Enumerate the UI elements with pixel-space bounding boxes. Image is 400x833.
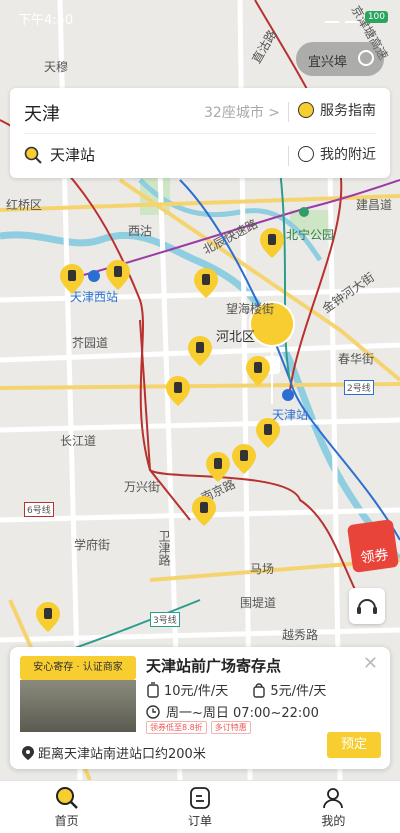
- service-guide-label: 服务指南: [320, 103, 376, 119]
- price-large: 10元/件/天: [164, 684, 229, 699]
- orders-icon: [190, 786, 210, 809]
- map-label: 红桥区: [6, 198, 43, 212]
- coupon-button[interactable]: 领券: [346, 519, 400, 573]
- distance-text: 距离天津站南进站口约200米: [38, 747, 206, 762]
- status-time: 下午4:50: [18, 13, 74, 28]
- map-label: 3号线: [150, 612, 180, 627]
- map-label: 2号线: [344, 380, 374, 395]
- battery-icon: 100: [364, 10, 388, 23]
- large-luggage-icon: [147, 681, 159, 698]
- locate-icon: [358, 50, 374, 66]
- map-label: 建昌道: [356, 198, 393, 212]
- map-label: 学府街: [74, 538, 111, 552]
- question-icon: [298, 102, 314, 118]
- signal-icon: [324, 10, 339, 23]
- map-label: 越秀路: [282, 628, 319, 642]
- target-icon: [298, 146, 314, 162]
- headset-icon: [357, 599, 377, 614]
- promo-tag: 多订特惠: [210, 721, 251, 734]
- status-bar: 下午4:50 100: [0, 0, 400, 34]
- map-label: 卫津路: [157, 530, 171, 566]
- clock-icon: [146, 704, 160, 719]
- tab-orders[interactable]: 订单: [133, 781, 266, 833]
- small-bag-icon: [253, 682, 266, 698]
- search-icon: [55, 786, 78, 809]
- tab-profile[interactable]: 我的: [267, 781, 400, 833]
- nearby-label: 我的附近: [320, 147, 376, 163]
- user-icon: [323, 787, 344, 808]
- storage-photo: [20, 680, 136, 732]
- map-label: 西沽: [128, 224, 153, 238]
- map-label: 马场: [250, 562, 275, 576]
- storage-pin[interactable]: [194, 268, 218, 298]
- search-value: 天津站: [50, 146, 96, 164]
- search-icon: [24, 146, 42, 164]
- map-label: 围堤道: [240, 596, 277, 610]
- book-button[interactable]: 预定: [327, 732, 381, 758]
- tab-label: 我的: [321, 813, 346, 828]
- map-label: 天穆: [44, 60, 69, 74]
- certified-badge: 安心寄存 · 认证商家: [20, 656, 136, 680]
- map-label: 北宁公园: [286, 228, 335, 242]
- distance-row: 距离天津站南进站口约200米: [22, 743, 206, 762]
- opening-hours: 周一~周日 07:00~22:00: [166, 706, 319, 721]
- storage-pin[interactable]: [60, 264, 84, 294]
- divider: [24, 133, 376, 134]
- location-pill[interactable]: 宜兴埠: [296, 42, 384, 76]
- price-small: 5元/件/天: [270, 684, 327, 699]
- hours-row: 周一~周日 07:00~22:00: [146, 702, 319, 721]
- close-icon[interactable]: ✕: [363, 653, 378, 674]
- status-icons: 100: [324, 10, 388, 23]
- map-label: 芥园道: [72, 336, 109, 350]
- storage-pin[interactable]: [206, 452, 230, 482]
- storage-pin[interactable]: [232, 444, 256, 474]
- storage-pin[interactable]: [106, 260, 130, 290]
- storage-pin[interactable]: [166, 376, 190, 406]
- search-card: 天津 32座城市 > 服务指南 天津站 我的附近: [10, 88, 390, 178]
- service-guide-button[interactable]: 服务指南: [298, 100, 376, 120]
- location-pin-icon: [22, 745, 34, 760]
- city-name[interactable]: 天津: [24, 100, 60, 126]
- customer-service-button[interactable]: [349, 588, 385, 624]
- promo-tags: 领券低至8.8折 多订特惠: [146, 721, 251, 734]
- map-label: 河北区: [216, 330, 256, 345]
- wifi-icon: [344, 10, 359, 23]
- tab-bar: 首页 订单 我的: [0, 780, 400, 833]
- nearby-button[interactable]: 我的附近: [298, 144, 376, 164]
- storage-pin[interactable]: [188, 336, 212, 366]
- divider: [288, 146, 289, 166]
- search-input[interactable]: 天津站: [24, 144, 95, 165]
- divider: [288, 102, 289, 122]
- map-label: 6号线: [24, 502, 54, 517]
- tab-label: 订单: [187, 813, 212, 828]
- promo-tag: 领券低至8.8折: [146, 721, 207, 734]
- map-label: 万兴街: [124, 480, 161, 494]
- storage-info-card[interactable]: 安心寄存 · 认证商家 天津站前广场寄存点 ✕ 10元/件/天 5元/件/天 周…: [10, 647, 390, 769]
- storage-pin[interactable]: [192, 496, 216, 526]
- storage-pin[interactable]: [36, 602, 60, 632]
- map-label: 望海楼街: [226, 302, 275, 316]
- storage-pin[interactable]: [256, 418, 280, 448]
- map-label: 长江道: [60, 434, 97, 448]
- coupon-label: 领券: [359, 547, 390, 567]
- price-row: 10元/件/天 5元/件/天: [146, 680, 350, 699]
- storage-pin[interactable]: [260, 228, 284, 258]
- tab-home[interactable]: 首页: [0, 781, 133, 833]
- location-label: 宜兴埠: [308, 55, 348, 70]
- map-label: 春华街: [338, 352, 375, 366]
- tab-label: 首页: [54, 813, 79, 828]
- storage-title: 天津站前广场寄存点: [146, 657, 282, 675]
- city-count-link[interactable]: 32座城市 >: [204, 102, 280, 122]
- storage-pin[interactable]: [246, 356, 270, 386]
